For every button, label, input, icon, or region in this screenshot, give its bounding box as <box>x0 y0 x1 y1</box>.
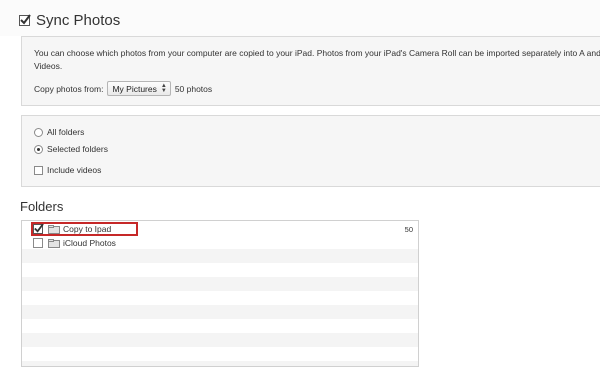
list-stripe <box>22 361 418 366</box>
selected-folders-option[interactable]: Selected folders <box>34 144 108 154</box>
list-stripe <box>22 249 418 263</box>
selected-folders-radio[interactable] <box>34 144 43 154</box>
include-videos-checkbox[interactable] <box>34 165 43 175</box>
folder-name: iCloud Photos <box>63 238 116 248</box>
all-folders-option[interactable]: All folders <box>34 127 84 137</box>
list-stripe <box>22 333 418 347</box>
sync-photos-row: Sync Photos <box>19 12 120 29</box>
copy-settings-panel: You can choose which photos from your co… <box>21 36 600 106</box>
folder-icon <box>48 238 60 248</box>
sync-photos-checkbox[interactable] <box>19 14 31 26</box>
photo-count: 50 photos <box>174 83 213 94</box>
folder-count: 50 <box>404 224 413 234</box>
checkmark-icon <box>20 14 31 25</box>
list-stripe <box>22 305 418 319</box>
all-folders-label[interactable]: All folders <box>47 127 84 137</box>
sync-description: You can choose which photos from your co… <box>34 48 600 71</box>
all-folders-radio[interactable] <box>34 127 43 137</box>
copy-from-label: Copy photos from: <box>34 83 104 94</box>
folder-row-icloud-photos[interactable]: iCloud Photos <box>22 236 418 250</box>
selected-folders-label[interactable]: Selected folders <box>47 144 108 154</box>
selection-highlight-box <box>31 222 138 236</box>
folders-list: Copy to Ipad 50 iCloud Photos <box>21 220 419 367</box>
copy-from-row: Copy photos from: My Pictures ▲ ▼ 50 phot… <box>34 81 212 96</box>
list-stripe <box>22 277 418 291</box>
updown-arrows-icon: ▲ ▼ <box>160 82 167 94</box>
copy-from-select[interactable]: My Pictures ▲ ▼ <box>107 81 171 96</box>
folder-checkbox[interactable] <box>33 238 43 248</box>
copy-from-selected: My Pictures <box>112 83 157 94</box>
folder-options-panel: All folders Selected folders Include vid… <box>21 115 600 187</box>
sync-photos-label[interactable]: Sync Photos <box>36 12 120 29</box>
include-videos-label[interactable]: Include videos <box>47 165 101 175</box>
include-videos-option[interactable]: Include videos <box>34 165 101 175</box>
folders-heading: Folders <box>20 199 64 214</box>
